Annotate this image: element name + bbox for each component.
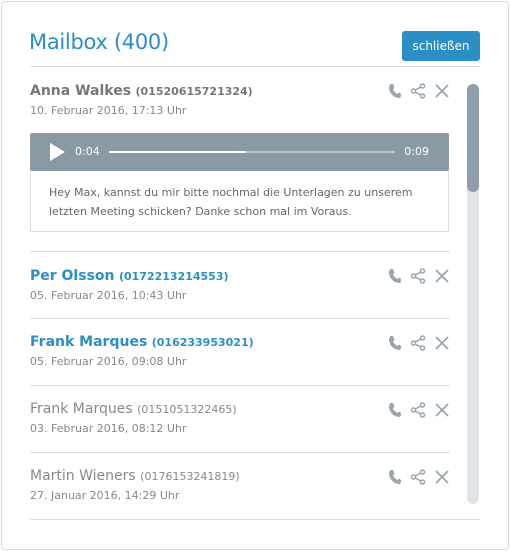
message-actions — [388, 83, 450, 101]
message-date: 05. Februar 2016, 09:08 Uhr — [30, 355, 187, 368]
share-icon[interactable] — [410, 402, 426, 418]
play-icon[interactable] — [50, 143, 65, 161]
caller-number: (0151051322465) — [137, 403, 237, 416]
caller-name: Anna Walkes — [30, 83, 132, 99]
caller-number: (01520615721324) — [135, 85, 253, 98]
transcript-text: Hey Max, kannst du mir bitte nochmal die… — [30, 171, 449, 232]
phone-icon[interactable] — [388, 268, 402, 284]
message-date: 27. Januar 2016, 14:29 Uhr — [30, 489, 180, 502]
caller-number: (016233953021) — [151, 336, 254, 349]
audio-player: 0:04 0:09 — [30, 133, 449, 171]
close-icon[interactable] — [434, 402, 450, 418]
phone-icon[interactable] — [388, 469, 402, 485]
scrollbar-track[interactable] — [467, 84, 479, 504]
list-item[interactable]: Anna Walkes (01520615721324) 10. Februar… — [30, 67, 450, 252]
list-item[interactable]: Frank Marques (016233953021) 05. Februar… — [30, 319, 450, 386]
list-item[interactable]: Per Olsson (0172213214553) 05. Februar 2… — [30, 252, 450, 319]
share-icon[interactable] — [410, 268, 426, 284]
scrollbar-thumb[interactable] — [467, 84, 479, 192]
progress-track[interactable] — [109, 151, 395, 153]
message-actions — [388, 469, 450, 487]
phone-icon[interactable] — [388, 83, 402, 99]
phone-icon[interactable] — [388, 335, 402, 351]
list-item[interactable]: Martin Wieners (0176153241819) 27. Janua… — [30, 453, 450, 520]
caller-name: Per Olsson — [30, 268, 115, 284]
caller-line: Per Olsson (0172213214553) — [30, 268, 229, 284]
message-date: 03. Februar 2016, 08:12 Uhr — [30, 422, 187, 435]
message-date: 10. Februar 2016, 17:13 Uhr — [30, 104, 187, 117]
caller-line: Frank Marques (016233953021) — [30, 334, 254, 350]
caller-number: (0172213214553) — [118, 270, 229, 283]
share-icon[interactable] — [410, 469, 426, 485]
caller-line: Martin Wieners (0176153241819) — [30, 468, 240, 484]
close-icon[interactable] — [434, 83, 450, 99]
phone-icon[interactable] — [388, 402, 402, 418]
message-actions — [388, 268, 450, 286]
current-time: 0:04 — [75, 145, 100, 158]
close-icon[interactable] — [434, 335, 450, 351]
share-icon[interactable] — [410, 335, 426, 351]
caller-name: Martin Wieners — [30, 468, 136, 484]
message-list: Anna Walkes (01520615721324) 10. Februar… — [30, 67, 450, 520]
caller-name: Frank Marques — [30, 334, 148, 350]
caller-name: Frank Marques — [30, 401, 133, 417]
message-date: 05. Februar 2016, 10:43 Uhr — [30, 289, 187, 302]
message-actions — [388, 402, 450, 420]
share-icon[interactable] — [410, 83, 426, 99]
page-title: Mailbox (400) — [29, 30, 169, 54]
list-item[interactable]: Frank Marques (0151051322465) 03. Februa… — [30, 386, 450, 453]
caller-line: Anna Walkes (01520615721324) — [30, 83, 253, 99]
total-time: 0:09 — [404, 145, 429, 158]
footer-divider — [30, 519, 480, 520]
message-actions — [388, 335, 450, 353]
caller-number: (0176153241819) — [140, 470, 240, 483]
close-icon[interactable] — [434, 469, 450, 485]
close-button[interactable]: schließen — [402, 31, 480, 61]
progress-fill — [109, 151, 247, 153]
close-icon[interactable] — [434, 268, 450, 284]
caller-line: Frank Marques (0151051322465) — [30, 401, 237, 417]
